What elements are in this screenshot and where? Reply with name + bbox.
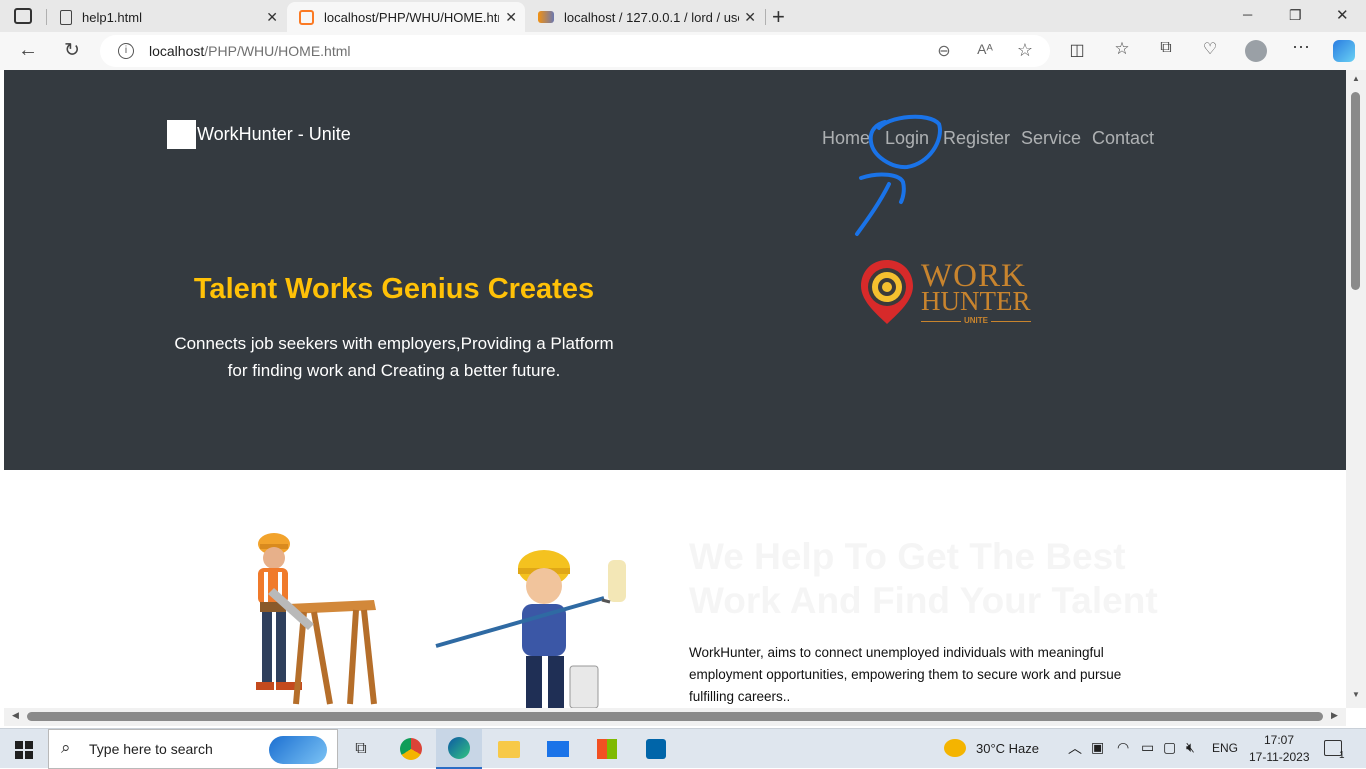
windows-taskbar: ⌕ Type here to search ⧉ 30°C Haze ︿ ▣ ◠ … xyxy=(0,728,1366,769)
search-highlight-icon xyxy=(269,736,327,764)
page-icon xyxy=(60,9,72,25)
nav-register[interactable]: Register xyxy=(943,128,1010,149)
copilot-icon[interactable] xyxy=(1333,40,1355,62)
tab-title: localhost / 127.0.0.1 / lord / user xyxy=(564,9,739,25)
search-icon: ⌕ xyxy=(61,738,71,757)
navbar-brand[interactable]: WorkHunter - Unite xyxy=(167,120,351,149)
volume-muted-icon[interactable]: 🔇︎ xyxy=(1186,739,1195,756)
security-icon[interactable]: ▣ xyxy=(1091,739,1104,756)
scroll-up-icon[interactable]: ▲ xyxy=(1352,74,1360,83)
phpmyadmin-icon xyxy=(538,11,554,23)
clock-time[interactable]: 17:07 xyxy=(1264,733,1294,747)
new-tab-icon[interactable]: + xyxy=(772,4,785,30)
hero-section: WorkHunter - Unite Home Login Register S… xyxy=(4,70,1346,470)
favorites-icon[interactable]: ☆ xyxy=(1110,39,1134,59)
tab-home[interactable]: localhost/PHP/WHU/HOME.html ✕ xyxy=(287,2,525,32)
location-pin-logo-icon xyxy=(861,260,913,324)
close-tab-icon[interactable]: ✕ xyxy=(505,9,517,26)
scroll-left-icon[interactable]: ◀ xyxy=(12,710,19,721)
mail-icon[interactable] xyxy=(535,729,581,769)
file-explorer-icon[interactable] xyxy=(486,729,532,769)
address-bar[interactable]: i localhost/PHP/WHU/HOME.html ⊖ Aᴬ ☆ xyxy=(100,35,1050,67)
annotation-scribble xyxy=(855,114,942,236)
scroll-down-icon[interactable]: ▼ xyxy=(1352,690,1360,699)
display-icon[interactable]: ▢ xyxy=(1163,739,1176,756)
url-path: /PHP/WHU/HOME.html xyxy=(204,43,351,59)
section-title-line: We Help To Get The Best xyxy=(689,536,1126,577)
browser-tab-strip: help1.html ✕ localhost/PHP/WHU/HOME.html… xyxy=(0,0,1366,32)
store-icon[interactable] xyxy=(584,729,630,769)
painter-illustration xyxy=(435,550,626,708)
scroll-right-icon[interactable]: ▶ xyxy=(1331,710,1338,721)
browser-essentials-icon[interactable]: ♡ xyxy=(1198,39,1222,59)
logo-unite-row: UNITE xyxy=(921,316,1031,328)
back-icon[interactable]: ← xyxy=(16,39,40,62)
more-menu-icon[interactable]: ⋯ xyxy=(1289,37,1313,58)
carpenter-illustration xyxy=(256,533,377,705)
clock-date[interactable]: 17-11-2023 xyxy=(1249,750,1310,764)
chevron-up-icon[interactable]: ︿ xyxy=(1068,738,1082,758)
scroll-thumb[interactable] xyxy=(1351,92,1360,290)
weather-icon[interactable] xyxy=(944,739,966,757)
xampp-icon xyxy=(299,9,314,25)
scroll-thumb[interactable] xyxy=(27,712,1323,721)
tab-separator xyxy=(46,9,47,25)
logo-rule xyxy=(991,321,1031,322)
tab-phpmyadmin[interactable]: localhost / 127.0.0.1 / lord / user ✕ xyxy=(526,2,764,32)
profile-avatar[interactable] xyxy=(1245,40,1267,62)
nav-service[interactable]: Service xyxy=(1021,128,1081,149)
close-tab-icon[interactable]: ✕ xyxy=(266,9,278,26)
hero-subtitle-line: Connects job seekers with employers,Prov… xyxy=(174,334,614,353)
site-info-icon[interactable]: i xyxy=(118,43,134,59)
tab-help1[interactable]: help1.html ✕ xyxy=(48,2,286,32)
language-indicator[interactable]: ENG xyxy=(1212,741,1238,755)
section-paragraph: WorkHunter, aims to connect unemployed i… xyxy=(689,645,1122,704)
chrome-icon[interactable] xyxy=(388,729,434,769)
close-window-icon[interactable]: ✕ xyxy=(1336,6,1349,24)
logo-rule xyxy=(921,321,961,322)
taskbar-search-box[interactable]: ⌕ Type here to search xyxy=(48,729,338,769)
url-text: localhost/PHP/WHU/HOME.html xyxy=(149,43,351,59)
vscode-icon[interactable] xyxy=(633,729,679,769)
brand-logo xyxy=(167,120,196,149)
weather-text[interactable]: 30°C Haze xyxy=(976,741,1039,756)
url-host: localhost xyxy=(149,43,205,59)
section-title: We Help To Get The Best Work And Find Yo… xyxy=(689,535,1209,623)
battery-icon[interactable]: ▭ xyxy=(1141,739,1154,756)
network-icon[interactable]: ◠ xyxy=(1117,739,1129,756)
favorite-star-icon[interactable]: ☆ xyxy=(1013,40,1037,61)
browser-toolbar: ← ↻ i localhost/PHP/WHU/HOME.html ⊖ Aᴬ ☆… xyxy=(0,32,1366,70)
collections-icon[interactable]: ⧉ xyxy=(1154,39,1178,57)
zoom-out-icon[interactable]: ⊖ xyxy=(932,41,956,61)
hero-subtitle: Connects job seekers with employers,Prov… xyxy=(154,330,634,384)
brand-text: WorkHunter - Unite xyxy=(197,124,351,144)
task-view-icon[interactable]: ⧉ xyxy=(338,729,384,769)
split-screen-icon[interactable]: ◫ xyxy=(1065,40,1089,60)
vertical-scrollbar[interactable]: ▲ ▼ xyxy=(1346,70,1366,708)
tab-separator xyxy=(765,9,766,25)
restore-icon[interactable]: ❐ xyxy=(1289,7,1302,24)
section-title-line: Work And Find Your Talent xyxy=(689,580,1158,621)
tab-title: localhost/PHP/WHU/HOME.html xyxy=(324,9,499,25)
hero-subtitle-line: for finding work and Creating a better f… xyxy=(227,361,561,380)
minimize-icon[interactable]: ─ xyxy=(1243,7,1252,22)
read-aloud-icon[interactable]: Aᴬ xyxy=(973,41,997,57)
logo-word-unite: UNITE xyxy=(964,316,988,325)
windows-start-icon[interactable] xyxy=(15,741,33,759)
hero-title: Talent Works Genius Creates xyxy=(193,273,595,305)
horizontal-scrollbar[interactable]: ◀ ▶ xyxy=(4,708,1346,726)
tab-title: help1.html xyxy=(82,9,142,25)
search-placeholder: Type here to search xyxy=(89,741,213,757)
tab-actions-icon[interactable] xyxy=(14,8,32,24)
close-tab-icon[interactable]: ✕ xyxy=(744,9,756,26)
refresh-icon[interactable]: ↻ xyxy=(60,39,84,62)
logo-word-hunter: HUNTER xyxy=(921,286,1031,316)
edge-icon[interactable] xyxy=(436,729,482,769)
nav-contact[interactable]: Contact xyxy=(1092,128,1154,149)
page-viewport: WorkHunter - Unite Home Login Register S… xyxy=(4,70,1346,708)
notification-count: 1 xyxy=(1339,750,1345,761)
